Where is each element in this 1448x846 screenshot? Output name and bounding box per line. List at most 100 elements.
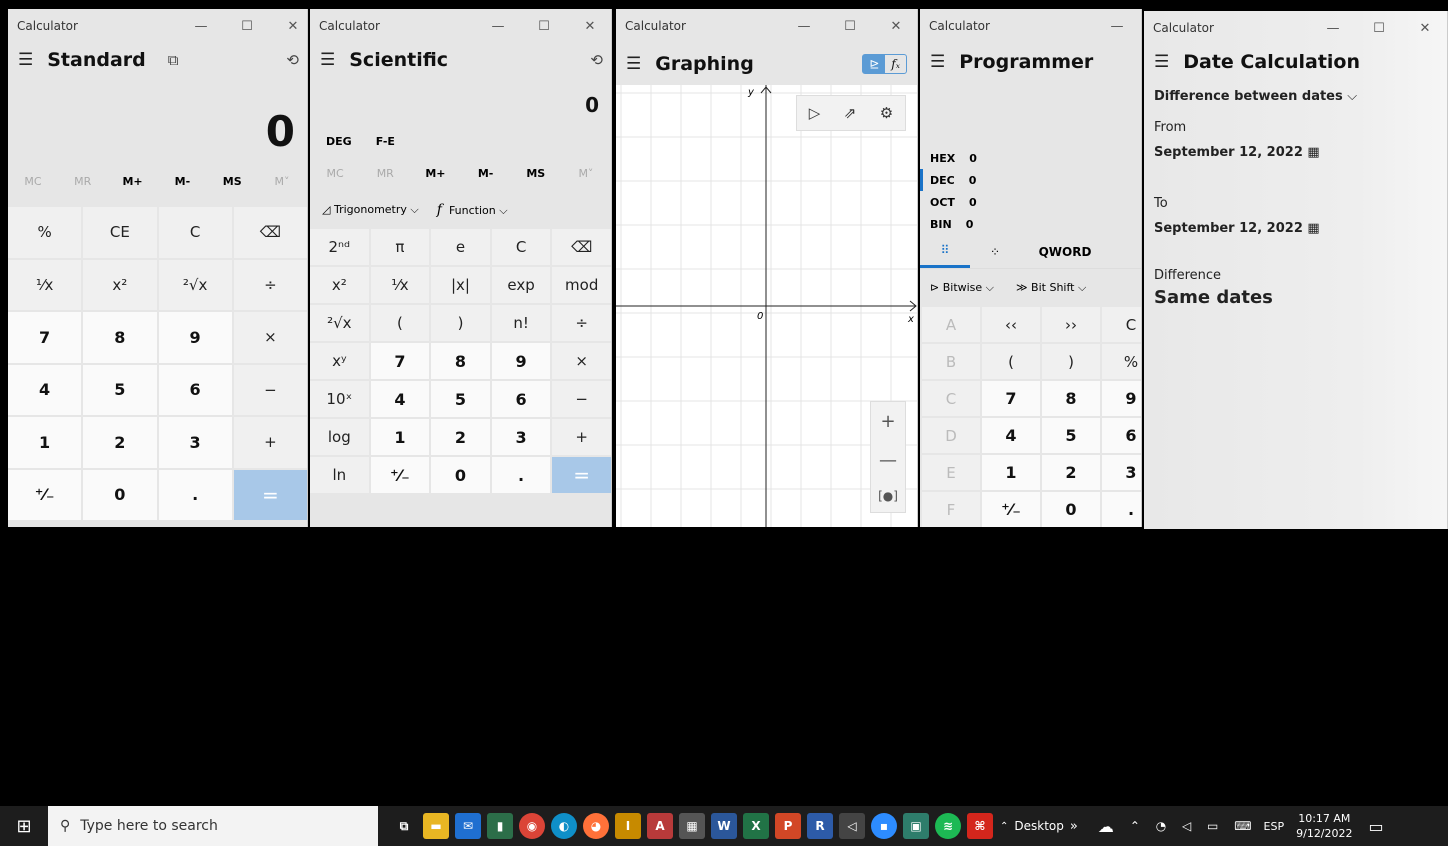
history-icon[interactable]: ⟲ (286, 51, 299, 69)
programmer-key[interactable]: ⁺⁄₋ (982, 492, 1040, 527)
standard-key[interactable]: 9 (158, 312, 232, 363)
scientific-key[interactable]: |x| (431, 267, 490, 303)
visual-studio-icon[interactable]: ◁ (839, 813, 865, 839)
maximize-button[interactable]: ☐ (224, 19, 270, 34)
onedrive-icon[interactable]: ☁ (1098, 817, 1114, 836)
reset-view-icon[interactable]: [●] (878, 489, 898, 503)
scientific-key[interactable]: 6 (491, 381, 551, 417)
minimize-button[interactable]: — (475, 19, 521, 34)
function-dropdown[interactable]: f Function ⌵ (437, 202, 508, 218)
scientific-key[interactable]: . (491, 457, 551, 493)
bit-toggle-tab-icon[interactable]: ⁘ (970, 245, 1020, 259)
programmer-key[interactable]: 2 (1042, 455, 1100, 490)
programmer-key[interactable]: ‹‹ (982, 307, 1040, 342)
bitwise-dropdown[interactable]: ⊳ Bitwise ⌵ (930, 281, 994, 295)
memory-list-button[interactable]: M˅ (257, 175, 307, 188)
programmer-key[interactable]: A (922, 307, 980, 342)
minimize-button[interactable]: — (1094, 19, 1140, 34)
standard-key[interactable]: − (233, 364, 307, 415)
scientific-key[interactable]: π (370, 229, 430, 265)
degree-toggle[interactable]: DEG (326, 135, 352, 148)
zoom-out-button[interactable]: — (879, 450, 897, 471)
keep-on-top-icon[interactable]: ⧉ (168, 51, 179, 69)
programmer-key[interactable]: D (922, 418, 980, 453)
history-icon[interactable]: ⟲ (590, 51, 603, 69)
memory-store-button[interactable]: MS (511, 167, 561, 180)
menu-icon[interactable]: ☰ (1154, 52, 1169, 72)
graph-settings-icon[interactable]: ⚙ (880, 104, 893, 122)
from-date-picker[interactable]: September 12, 2022 ▦ (1154, 145, 1447, 160)
keypad-tab-icon[interactable]: ⠿ (920, 235, 970, 268)
trigonometry-dropdown[interactable]: ◿ Trigonometry ⌵ (322, 203, 419, 217)
menu-icon[interactable]: ☰ (18, 50, 33, 70)
memory-add-button[interactable]: M+ (410, 167, 460, 180)
programmer-key[interactable]: 4 (982, 418, 1040, 453)
menu-icon[interactable]: ☰ (626, 54, 641, 74)
clock[interactable]: 10:17 AM 9/12/2022 (1296, 811, 1352, 841)
maximize-button[interactable]: ☐ (521, 19, 567, 34)
scientific-key[interactable]: ln (310, 457, 369, 493)
scientific-key[interactable]: 4 (370, 381, 430, 417)
standard-key[interactable]: + (233, 417, 307, 468)
standard-key[interactable]: 4 (8, 364, 82, 415)
scientific-key[interactable]: ( (370, 305, 430, 341)
standard-key[interactable]: 6 (158, 364, 232, 415)
programmer-key[interactable]: ›› (1042, 307, 1100, 342)
powerpoint-icon[interactable]: P (775, 813, 801, 839)
memory-subtract-button[interactable]: M- (157, 175, 207, 188)
programmer-key[interactable]: ( (982, 344, 1040, 379)
acrobat-icon[interactable]: ⌘ (967, 813, 993, 839)
scientific-key[interactable]: 5 (431, 381, 490, 417)
programmer-key[interactable]: E (922, 455, 980, 490)
programmer-key[interactable]: 6 (1102, 418, 1141, 453)
calculation-mode-dropdown[interactable]: Difference between dates ⌵ (1154, 89, 1447, 104)
base-row-dec[interactable]: DEC 0 (920, 169, 1141, 191)
scientific-key[interactable]: 2ⁿᵈ (310, 229, 369, 265)
programmer-key[interactable]: B (922, 344, 980, 379)
scientific-key[interactable]: 0 (431, 457, 490, 493)
system-tray-icons[interactable]: ⌃ ◔ ◁ ▭ ⌨ (1130, 819, 1258, 833)
base-row-oct[interactable]: OCT 0 (920, 191, 1141, 213)
scientific-key[interactable]: ⁺⁄₋ (370, 457, 430, 493)
programmer-key[interactable]: ) (1042, 344, 1100, 379)
scientific-key[interactable]: 3 (491, 419, 551, 455)
bitshift-dropdown[interactable]: ≫ Bit Shift ⌵ (1016, 281, 1086, 295)
fe-toggle[interactable]: F-E (376, 135, 395, 148)
excel-icon[interactable]: X (743, 813, 769, 839)
scientific-key[interactable]: = (552, 457, 611, 493)
standard-key[interactable]: 1 (8, 417, 82, 468)
function-view-icon[interactable]: fₓ (885, 55, 906, 73)
standard-key[interactable]: ²√x (158, 259, 232, 310)
scientific-key[interactable]: xʸ (310, 343, 369, 379)
memory-list-button[interactable]: M˅ (561, 167, 611, 180)
scientific-key[interactable]: − (552, 381, 611, 417)
standard-key[interactable]: 7 (8, 312, 82, 363)
scientific-key[interactable]: e (431, 229, 490, 265)
task-view-icon[interactable]: ⧉ (391, 813, 417, 839)
programmer-key[interactable]: 3 (1102, 455, 1141, 490)
word-size-button[interactable]: QWORD (1020, 245, 1110, 259)
r-icon[interactable]: R (807, 813, 833, 839)
chrome-icon[interactable]: ◉ (519, 813, 545, 839)
programmer-key[interactable]: 0 (1042, 492, 1100, 527)
scientific-key[interactable]: 7 (370, 343, 430, 379)
close-button[interactable]: ✕ (1402, 21, 1447, 36)
menu-icon[interactable]: ☰ (320, 50, 335, 70)
standard-key[interactable]: CE (83, 207, 157, 258)
language-indicator[interactable]: ESP (1264, 820, 1285, 833)
minimize-button[interactable]: — (1310, 21, 1356, 36)
scientific-key[interactable]: 9 (491, 343, 551, 379)
memory-subtract-button[interactable]: M- (461, 167, 511, 180)
minimize-button[interactable]: — (781, 19, 827, 34)
menu-icon[interactable]: ☰ (930, 52, 945, 72)
firefox-icon[interactable]: ◕ (583, 813, 609, 839)
standard-key[interactable]: 5 (83, 364, 157, 415)
scientific-key[interactable]: ¹⁄x (370, 267, 430, 303)
standard-key[interactable]: C (158, 207, 232, 258)
spotify-icon[interactable]: ≋ (935, 813, 961, 839)
programmer-key[interactable]: 9 (1102, 381, 1141, 416)
graph-view-icon[interactable]: ⊵ (863, 55, 886, 73)
graph-view-toggle[interactable]: ⊵ fₓ (862, 54, 907, 74)
scientific-key[interactable]: 2 (431, 419, 490, 455)
word-icon[interactable]: W (711, 813, 737, 839)
